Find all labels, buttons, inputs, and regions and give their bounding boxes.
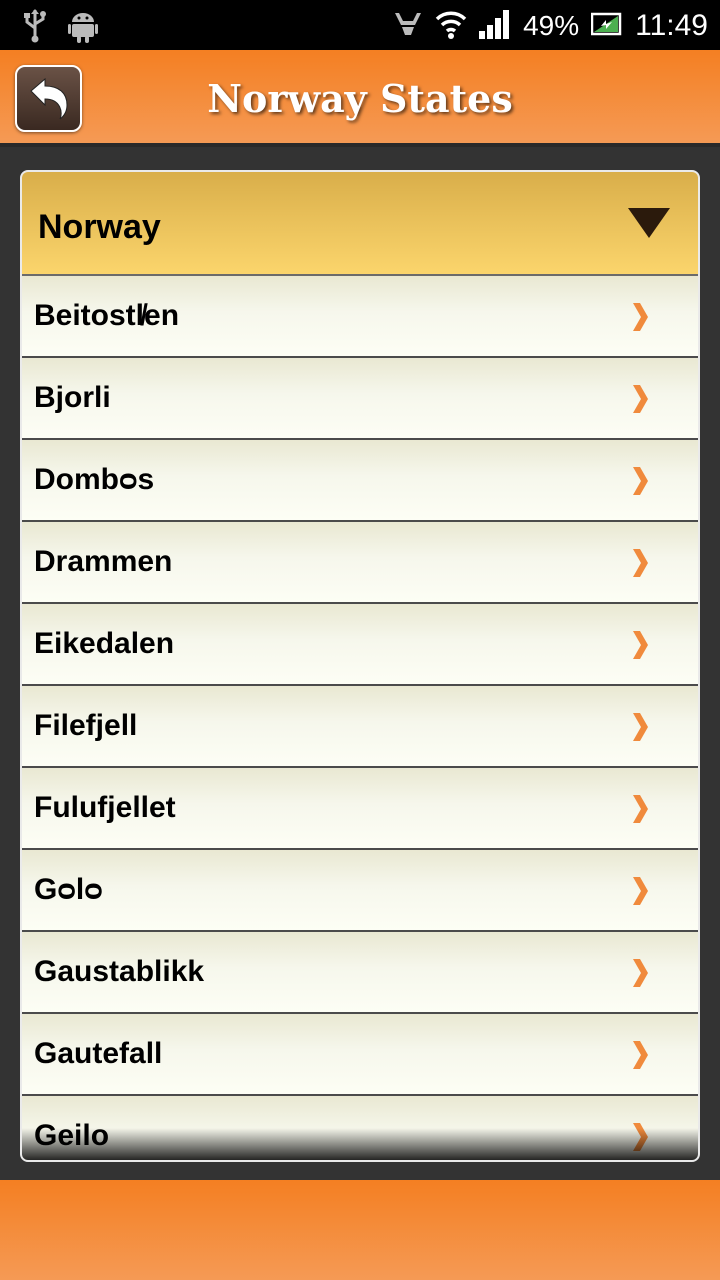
country-group-header[interactable]: Norway xyxy=(22,172,698,276)
list-item[interactable]: Fulufjellet xyxy=(22,768,698,850)
wifi-icon xyxy=(435,9,467,44)
chevron-right-icon xyxy=(630,957,650,994)
chevron-right-icon xyxy=(630,301,650,338)
list-item-label: Fulufjellet xyxy=(34,791,176,824)
cell-signal-icon xyxy=(479,9,511,44)
list-item-label: Dombᴑs xyxy=(34,463,155,496)
list-item[interactable]: Bjorli xyxy=(22,358,698,440)
status-bar: 49% 11:49 xyxy=(0,0,720,50)
list-item-label: Beitostl̸en xyxy=(34,299,180,332)
list-item[interactable]: Filefjell xyxy=(22,686,698,768)
list-item[interactable]: Eikedalen xyxy=(22,604,698,686)
list-item[interactable]: Beitostl̸en xyxy=(22,276,698,358)
chevron-right-icon xyxy=(630,629,650,666)
list-item[interactable]: Gᴑlᴑ xyxy=(22,850,698,932)
states-list-panel: Norway Beitostl̸en Bjorli Dombᴑs Drammen… xyxy=(20,170,700,1162)
list-item-label: Drammen xyxy=(34,545,173,578)
list-item[interactable]: Gaustablikk xyxy=(22,932,698,1014)
chevron-right-icon xyxy=(630,711,650,748)
list-item-label: Geilo xyxy=(34,1119,110,1152)
signal-booster-icon xyxy=(393,11,423,42)
battery-charging-icon xyxy=(590,12,623,41)
chevron-right-icon xyxy=(630,875,650,912)
list-item[interactable]: Gautefall xyxy=(22,1014,698,1096)
list-item-label: Filefjell xyxy=(34,709,138,742)
page-title: Norway States xyxy=(207,76,513,121)
triangle-down-icon xyxy=(628,208,670,238)
state-list: Beitostl̸en Bjorli Dombᴑs Drammen Eikeda… xyxy=(22,276,698,1160)
list-item[interactable]: Dombᴑs xyxy=(22,440,698,522)
android-debug-icon xyxy=(68,9,98,48)
list-item-label: Gᴑlᴑ xyxy=(34,873,103,906)
group-title: Norway xyxy=(38,208,161,246)
list-item-label: Bjorli xyxy=(34,381,111,414)
list-item[interactable]: Geilo xyxy=(22,1096,698,1160)
chevron-right-icon xyxy=(630,547,650,584)
chevron-right-icon xyxy=(630,793,650,830)
usb-icon xyxy=(22,8,48,49)
chevron-right-icon xyxy=(630,465,650,502)
list-item[interactable]: Drammen xyxy=(22,522,698,604)
list-item-label: Gaustablikk xyxy=(34,955,205,988)
battery-percent: 49% xyxy=(523,10,580,41)
list-item-label: Gautefall xyxy=(34,1037,163,1070)
list-item-label: Eikedalen xyxy=(34,627,175,660)
bottom-bar xyxy=(0,1180,720,1280)
chevron-right-icon xyxy=(630,1121,650,1158)
chevron-right-icon xyxy=(630,1039,650,1076)
clock: 11:49 xyxy=(635,9,708,42)
app-header: Norway States xyxy=(0,50,720,147)
chevron-right-icon xyxy=(630,383,650,420)
